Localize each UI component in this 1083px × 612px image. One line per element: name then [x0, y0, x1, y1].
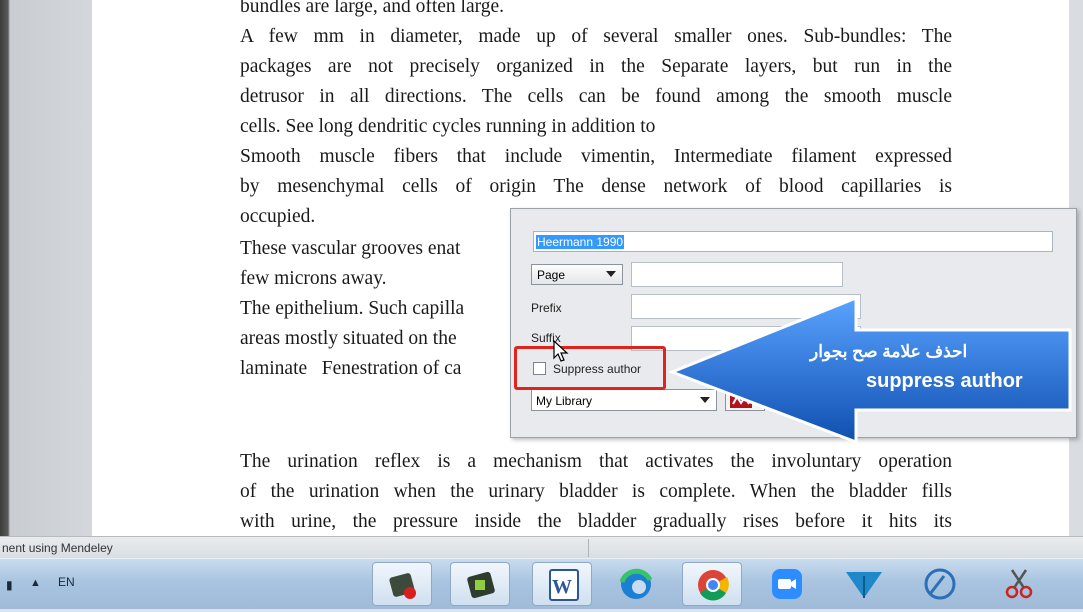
signal-icon[interactable]: ▮ [6, 578, 13, 592]
doc-line: Smooth muscle fibers that include viment… [240, 146, 952, 167]
snipping-tool-icon[interactable] [990, 562, 1050, 606]
callout-arabic-text: احذف علامة صح بجوار [810, 342, 968, 361]
prefix-label: Prefix [531, 301, 562, 315]
citation-text-field[interactable]: Heermann 1990 [533, 231, 1053, 252]
doc-line: The urination reflex is a mechanism that… [240, 451, 952, 472]
camtasia-studio-icon[interactable] [450, 562, 510, 606]
callout-english-text: suppress author [866, 370, 1023, 392]
doc-line: bundles are large, and often large. [240, 0, 505, 17]
instruction-callout: احذف علامة صح بجوار suppress author [660, 290, 1080, 445]
word-icon[interactable]: W [532, 562, 592, 606]
camtasia-recorder-icon[interactable] [372, 562, 432, 606]
status-text: nent using Mendeley [2, 541, 113, 555]
edge-icon[interactable] [606, 562, 666, 606]
windows-taskbar: ▮ ▲ EN W [0, 558, 1083, 609]
zoom-icon[interactable] [758, 562, 818, 606]
doc-line: detrusor in all directions. The cells ca… [240, 86, 952, 107]
doc-line: of the urination when the urinary bladde… [240, 481, 952, 502]
svg-text:W: W [552, 576, 572, 598]
screen-cast-icon[interactable] [910, 562, 970, 606]
callout-arrow-icon [667, 295, 1072, 445]
language-indicator[interactable]: EN [58, 575, 75, 589]
locator-value-field[interactable] [631, 262, 843, 287]
tray-expand-icon[interactable]: ▲ [30, 577, 41, 589]
locator-type-dropdown[interactable]: Page [531, 264, 623, 285]
doc-line: with urine, the pressure inside the blad… [240, 511, 952, 532]
status-separator [588, 539, 589, 557]
window-left-edge [0, 0, 92, 536]
doc-line: A few mm in diameter, made up of several… [240, 26, 952, 47]
library-value: My Library [536, 394, 593, 408]
status-bar: nent using Mendeley [0, 536, 1083, 559]
chevron-down-icon [606, 271, 616, 277]
chrome-icon[interactable] [682, 562, 742, 606]
locator-type-value: Page [537, 268, 566, 282]
paper-plane-icon[interactable] [834, 562, 894, 606]
doc-line: by mesenchymal cells of origin The dense… [240, 176, 952, 197]
doc-line: packages are not precisely organized in … [240, 56, 952, 77]
doc-line: cells. See long dendritic cycles running… [240, 116, 656, 137]
citation-text: Heermann 1990 [536, 235, 625, 249]
mouse-pointer-icon [553, 340, 569, 362]
suppress-author-highlight [514, 346, 666, 390]
